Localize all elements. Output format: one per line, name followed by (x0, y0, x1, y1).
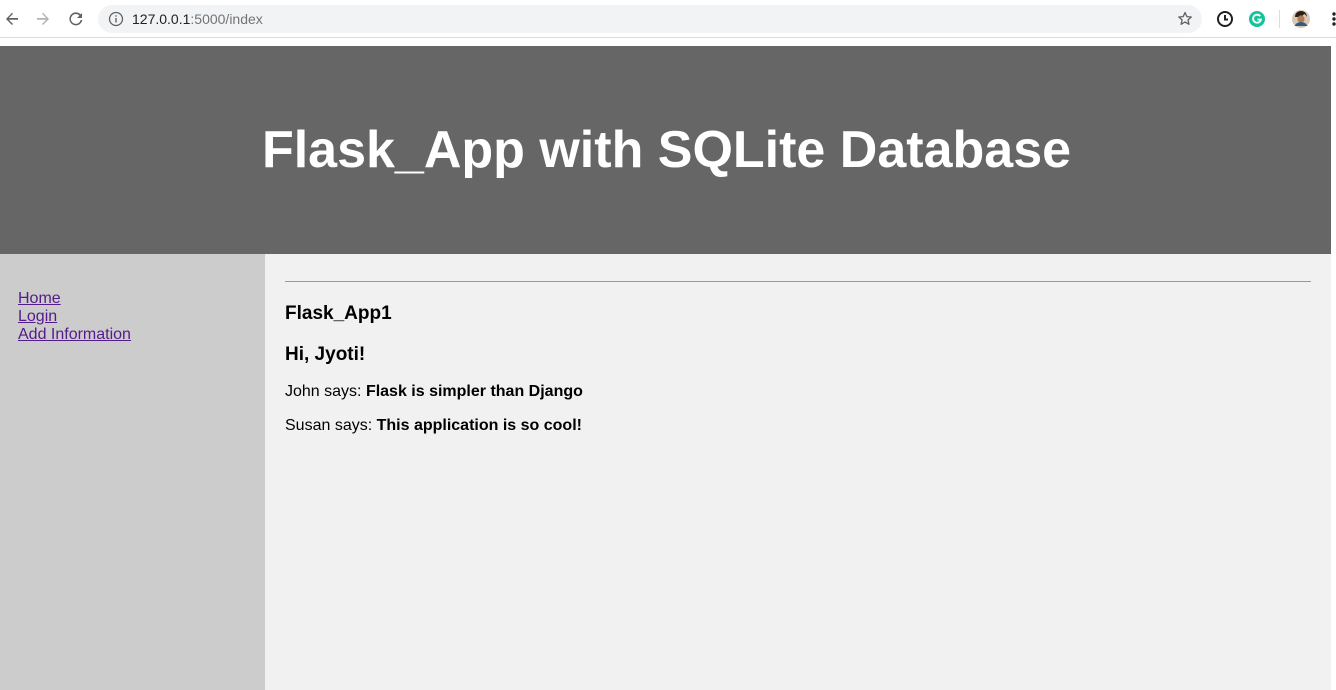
reload-button[interactable] (64, 7, 88, 31)
menu-icon[interactable] (1324, 9, 1336, 29)
back-button[interactable] (0, 7, 24, 31)
sidebar-link-home[interactable]: Home (18, 290, 61, 308)
back-icon (6, 12, 18, 25)
page-title: Flask_App with SQLite Database (261, 121, 1072, 179)
profile-avatar[interactable] (1291, 9, 1311, 29)
forward-icon (37, 12, 49, 25)
sidebar: Home Login Add Information (0, 254, 265, 690)
info-icon[interactable] (108, 11, 124, 27)
page-edge (1331, 46, 1336, 690)
url-path: :5000/index (190, 11, 263, 27)
reload-icon (69, 12, 83, 26)
app-name-heading: Flask_App1 (285, 303, 392, 324)
url-text[interactable]: 127.0.0.1:5000/index (132, 11, 263, 27)
address-bar[interactable]: 127.0.0.1:5000/index (98, 5, 1202, 33)
post-author: John says: (285, 383, 362, 400)
divider (285, 281, 1311, 282)
main-content: Flask_App1 Hi, Jyoti! John says: Flask i… (265, 254, 1331, 690)
post-author: Susan says: (285, 417, 373, 434)
post-item: Susan says: This application is so cool! (285, 417, 582, 435)
forward-button[interactable] (31, 7, 55, 31)
sidebar-link-add-information[interactable]: Add Information (18, 326, 131, 344)
url-host: 127.0.0.1 (132, 11, 191, 27)
browser-toolbar: 127.0.0.1:5000/index (0, 0, 1336, 38)
grammarly-icon[interactable] (1247, 9, 1267, 29)
timer-extension-icon[interactable] (1215, 9, 1235, 29)
web-page: Flask_App with SQLite Database Home Logi… (0, 46, 1331, 690)
post-item: John says: Flask is simpler than Django (285, 383, 583, 401)
greeting-heading: Hi, Jyoti! (285, 344, 366, 365)
page-header: Flask_App with SQLite Database (0, 46, 1331, 254)
post-body: This application is so cool! (376, 417, 582, 434)
post-body: Flask is simpler than Django (365, 383, 583, 400)
sidebar-link-login[interactable]: Login (18, 308, 57, 326)
toolbar-separator (1279, 10, 1280, 28)
star-icon[interactable] (1176, 10, 1194, 28)
